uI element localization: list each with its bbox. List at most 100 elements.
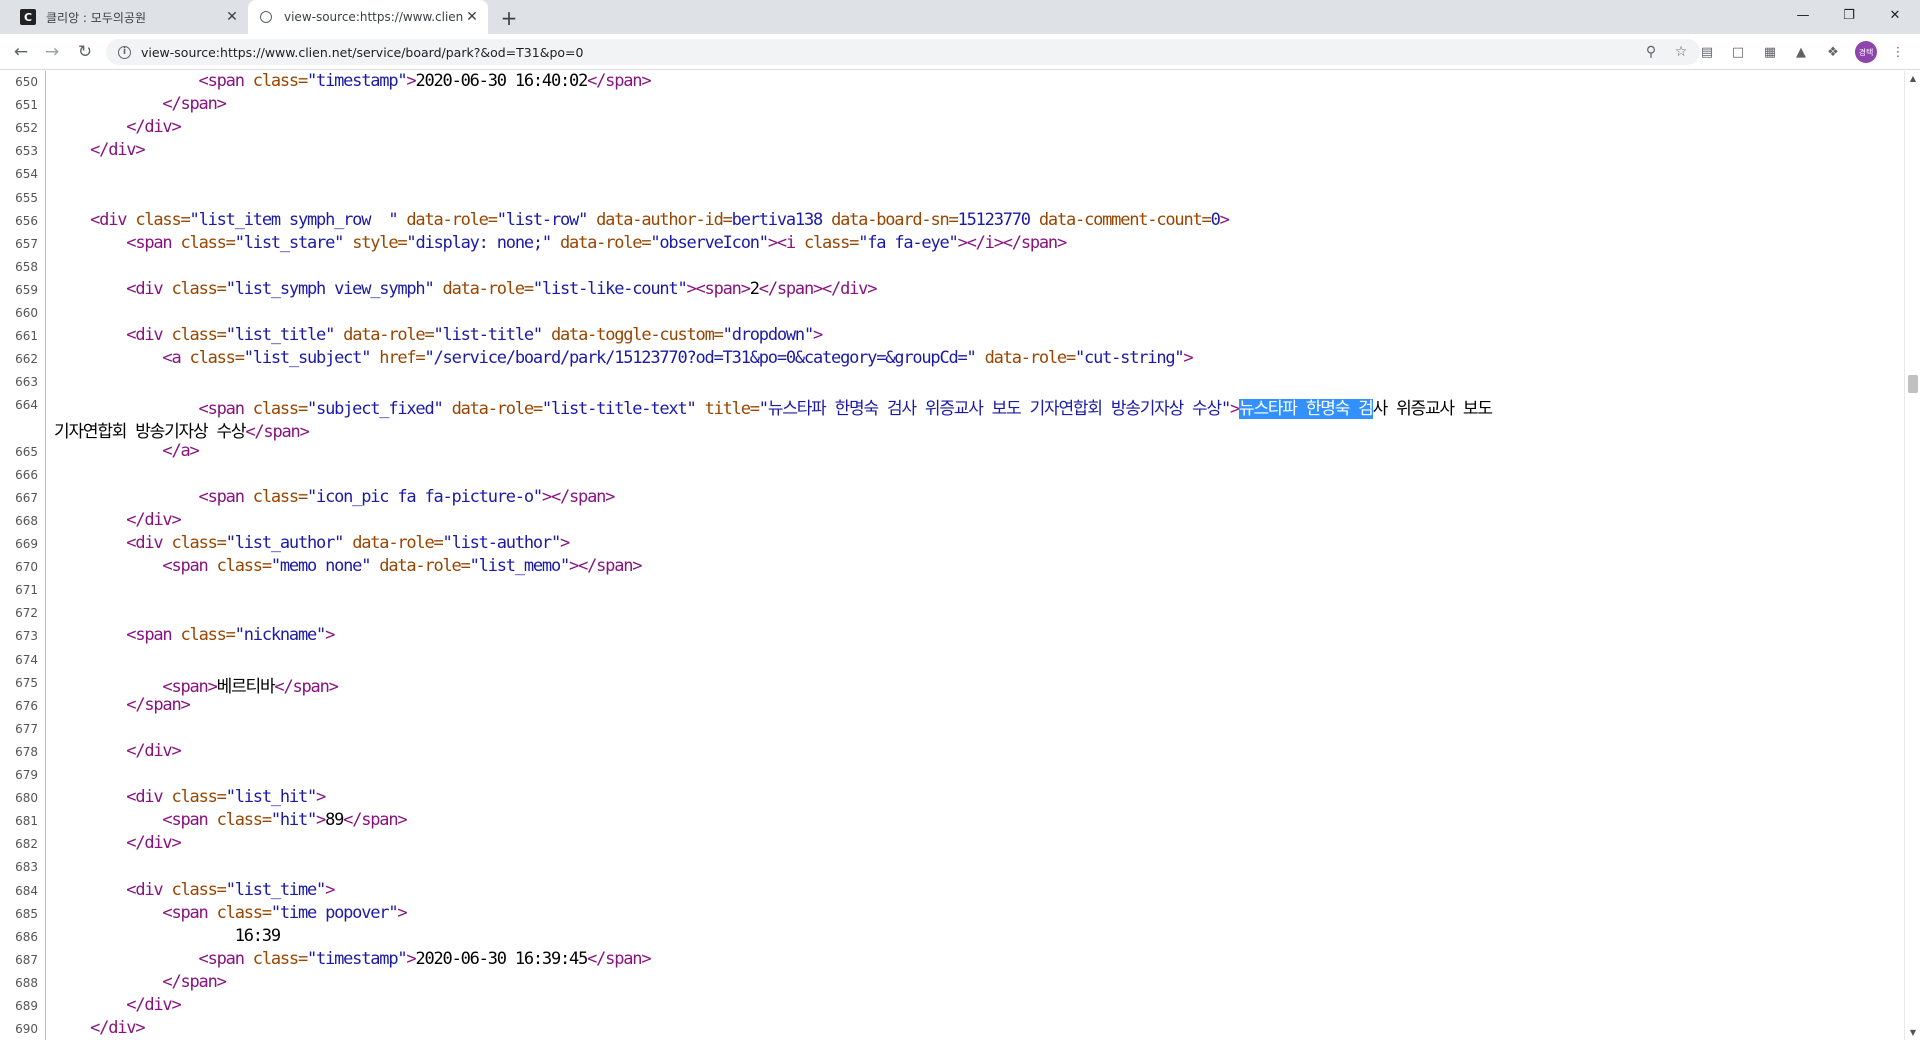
- code-token: </div>: [54, 995, 181, 1015]
- code-token: </span>: [245, 422, 309, 443]
- line-number: 677: [15, 721, 38, 736]
- code-token: 2020-06-30 16:40:02: [415, 71, 588, 91]
- line-number: 675: [15, 675, 38, 690]
- site-info-icon[interactable]: i: [118, 45, 131, 59]
- line-number: 660: [15, 306, 38, 320]
- line-code: <div class="list_time">: [54, 880, 335, 900]
- code-token: class=: [252, 948, 308, 969]
- code-token: data-comment-count=: [1038, 209, 1212, 230]
- line-code: <div class="list_author" data-role="list…: [54, 533, 570, 553]
- code-token: title=: [704, 399, 760, 420]
- extensions-puzzle-icon[interactable]: ❖: [1823, 42, 1843, 62]
- line-number: 651: [15, 98, 38, 113]
- code-token: "observeIcon": [650, 232, 769, 253]
- line-number: 656: [15, 213, 38, 228]
- clien-c-icon: C: [20, 9, 36, 25]
- code-token: 16:39: [54, 925, 281, 946]
- forward-button[interactable]: →: [40, 40, 64, 64]
- source-view[interactable]: 650 <span class="timestamp">2020-06-30 1…: [0, 71, 1904, 1040]
- tab-clien-park[interactable]: C 클리앙 : 모두의공원 ✕: [10, 0, 248, 34]
- close-tab-icon[interactable]: ✕: [224, 9, 240, 25]
- line-code: <div class="list_hit">: [54, 787, 326, 808]
- code-token: class=: [216, 810, 272, 831]
- back-button[interactable]: ←: [9, 40, 33, 64]
- code-token: <span>: [54, 676, 217, 697]
- line-code: <div class="list_item symph_row " data-r…: [54, 209, 1230, 230]
- line-code: </span>: [54, 94, 226, 114]
- code-token: class=: [180, 232, 236, 253]
- bookmark-star-icon[interactable]: ☆: [1670, 44, 1692, 60]
- cast-extension-icon[interactable]: ▤: [1697, 42, 1717, 62]
- close-window-button[interactable]: ✕: [1872, 0, 1918, 30]
- tab-strip: C 클리앙 : 모두의공원 ✕ view-source:https://www.…: [0, 0, 1920, 34]
- scroll-up-arrow-icon[interactable]: ▲: [1905, 74, 1920, 83]
- code-token: </span>: [54, 971, 226, 992]
- line-number: 673: [15, 629, 38, 644]
- line-code: </div>: [54, 140, 145, 161]
- scrollbar-thumb[interactable]: [1908, 375, 1918, 393]
- code-token: class=: [171, 787, 226, 808]
- code-token: "list_title": [225, 325, 344, 346]
- reload-button[interactable]: ↻: [73, 40, 97, 64]
- drive-extension-icon[interactable]: ▲: [1791, 42, 1811, 62]
- line-number: 674: [15, 652, 38, 667]
- code-token: data-role=: [442, 278, 535, 299]
- vertical-scrollbar[interactable]: ▲ ▼: [1904, 71, 1920, 1040]
- code-token: data-toggle-custom=: [550, 325, 724, 346]
- line-number: 659: [15, 282, 38, 297]
- tab-view-source[interactable]: view-source:https://www.clien.ne ✕: [248, 0, 488, 34]
- line-number: 683: [15, 860, 38, 875]
- code-token: class=: [216, 556, 272, 577]
- code-token: <span: [54, 71, 253, 91]
- line-number: 685: [15, 906, 38, 921]
- url-text[interactable]: view-source:https://www.clien.net/servic…: [141, 45, 1640, 60]
- scroll-down-arrow-icon[interactable]: ▼: [1905, 1028, 1920, 1037]
- menu-kebab-icon[interactable]: ⋮: [1888, 42, 1908, 62]
- code-token: 사 위증교사 보도: [1372, 399, 1493, 420]
- translate-extension-icon[interactable]: ▦: [1760, 42, 1780, 62]
- line-code: <a class="list_subject" href="/service/b…: [54, 348, 1193, 368]
- line-number: 661: [15, 329, 38, 344]
- code-token: >: [397, 902, 407, 923]
- close-tab-icon[interactable]: ✕: [464, 9, 480, 25]
- code-token: <span: [54, 556, 217, 577]
- line-code: </div>: [54, 995, 181, 1015]
- code-token: class=: [252, 486, 308, 507]
- line-number: 665: [15, 444, 38, 459]
- minimize-button[interactable]: —: [1780, 0, 1826, 30]
- new-tab-button[interactable]: +: [498, 6, 520, 30]
- code-token: class=: [171, 533, 226, 553]
- zoom-icon[interactable]: ⚲: [1640, 44, 1662, 60]
- pdf-extension-icon[interactable]: □: [1728, 42, 1748, 62]
- line-number: 680: [15, 791, 38, 806]
- avatar[interactable]: 경택: [1855, 41, 1877, 63]
- code-token: data-role=: [406, 209, 498, 230]
- code-token: 15123770: [957, 209, 1039, 230]
- code-token: class=: [252, 71, 308, 91]
- code-token: <span: [54, 486, 253, 507]
- code-token: "list_hit": [225, 787, 318, 808]
- code-token: "display: none;": [406, 232, 560, 253]
- code-token: >: [1219, 209, 1230, 230]
- code-token: style=: [352, 232, 407, 253]
- address-bar[interactable]: i view-source:https://www.clien.net/serv…: [106, 39, 1700, 65]
- line-number: 652: [15, 121, 38, 136]
- code-token: "list_item symph_row ": [189, 209, 407, 230]
- tab-title: 클리앙 : 모두의공원: [46, 10, 146, 25]
- code-token: "list-like-count": [532, 278, 688, 299]
- line-number: 686: [15, 929, 38, 944]
- restore-button[interactable]: ❐: [1826, 0, 1872, 30]
- code-token: >: [325, 625, 335, 646]
- line-number: 679: [15, 768, 38, 782]
- code-token: "nickname": [234, 625, 327, 646]
- line-code: <span class="icon_pic fa fa-picture-o"><…: [54, 486, 616, 507]
- line-number: 676: [15, 698, 38, 713]
- code-token: </div>: [54, 140, 145, 161]
- line-code: </div>: [54, 1018, 145, 1038]
- code-token: </span></div>: [758, 278, 878, 299]
- code-token: <span: [126, 625, 181, 646]
- code-token: 2: [749, 278, 760, 299]
- code-token: "list-title": [433, 325, 551, 346]
- code-token: data-author-id=: [596, 209, 733, 230]
- code-token: <div: [54, 787, 172, 808]
